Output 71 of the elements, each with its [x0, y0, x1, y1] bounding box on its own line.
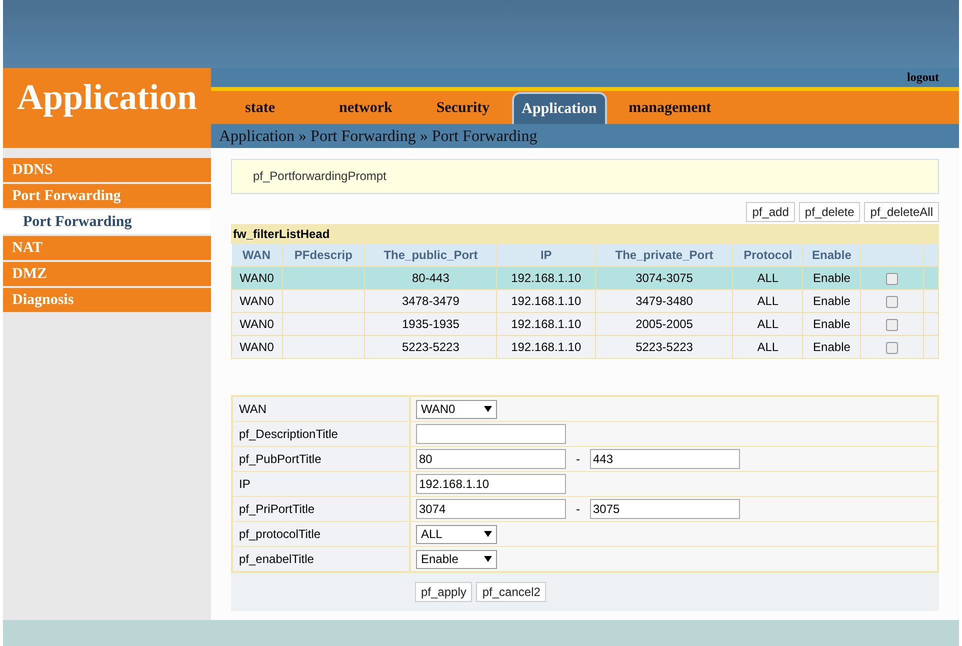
table-cell: WAN0 [232, 266, 282, 290]
input-field[interactable] [416, 424, 566, 444]
table-cell: WAN0 [232, 336, 282, 358]
table-cell: ALL [732, 290, 803, 312]
caret-icon [484, 531, 492, 537]
dropdown[interactable]: Enable [416, 550, 497, 568]
dropdown[interactable]: ALL [416, 524, 497, 544]
range-separator: - [575, 502, 581, 516]
table-cell: ALL [732, 266, 803, 290]
caret-icon [484, 406, 492, 412]
table-cell: 192.168.1.10 [496, 336, 596, 358]
input-field[interactable]: 3074 [416, 499, 566, 519]
table-cell: 3074-3075 [596, 266, 733, 290]
field-label: pf_protocolTitle [233, 522, 411, 546]
table-cell: Enable [802, 290, 860, 312]
field-label: pf_PriPortTitle [233, 497, 411, 521]
table-cell: Enable [802, 336, 860, 358]
row-checkbox[interactable] [886, 296, 898, 308]
action-button[interactable]: pf_deleteAll [864, 202, 939, 222]
table-cell: 5223-5223 [596, 336, 733, 358]
table-cell: 3479-3480 [596, 290, 733, 312]
field-label: pf_DescriptionTitle [233, 422, 411, 446]
nav-tab[interactable]: management [606, 100, 734, 124]
table-cell: ALL [732, 336, 803, 358]
column-header: IP [496, 244, 596, 266]
caret-icon [484, 556, 492, 562]
table-cell: 2005-2005 [596, 312, 733, 336]
form-button[interactable]: pf_cancel2 [476, 582, 546, 602]
column-header: The_private_Port [596, 244, 733, 266]
column-header: Protocol [732, 244, 803, 266]
table-cell: WAN0 [232, 312, 282, 336]
nav-tab[interactable]: Security [414, 100, 512, 124]
column-header: WAN [232, 244, 282, 266]
table-cell: 192.168.1.10 [496, 312, 596, 336]
column-header: PFdescrip [282, 244, 365, 266]
row-checkbox[interactable] [886, 342, 898, 354]
action-button[interactable]: pf_add [746, 202, 795, 222]
nav-tab[interactable]: Application [512, 92, 607, 124]
table-cell: Enable [802, 312, 860, 336]
prompt-box: pf_PortforwardingPrompt [231, 159, 939, 194]
action-button[interactable]: pf_delete [798, 202, 860, 222]
field-label: IP [233, 472, 411, 496]
field-label: pf_enabelTitle [233, 547, 411, 571]
dropdown[interactable]: WAN0 [416, 400, 497, 418]
table-cell: Enable [802, 266, 860, 290]
input-field[interactable]: 192.168.1.10 [416, 474, 566, 494]
table-cell: 192.168.1.10 [496, 266, 596, 290]
row-checkbox[interactable] [886, 318, 898, 331]
input-field[interactable]: 3075 [590, 499, 740, 519]
table-cell: 192.168.1.10 [496, 290, 596, 312]
column-header: The_public_Port [364, 244, 497, 266]
column-header: Enable [802, 244, 860, 266]
nav-tab[interactable]: network [317, 100, 414, 124]
table-cell: 80-443 [364, 266, 497, 290]
table-cell: 3478-3479 [364, 290, 497, 312]
table-cell: WAN0 [232, 290, 282, 312]
page-title: Application [3, 68, 211, 148]
logout-link[interactable]: logout [906, 70, 939, 85]
field-label: pf_PubPortTitle [233, 447, 411, 471]
row-checkbox[interactable] [886, 272, 898, 285]
table-cell: 5223-5223 [364, 336, 497, 358]
input-field[interactable]: 80 [416, 449, 566, 469]
nav-tab[interactable]: state [223, 100, 317, 124]
input-field[interactable]: 443 [590, 449, 740, 469]
table-title: fw_filterListHead [231, 224, 939, 244]
range-separator: - [575, 452, 581, 466]
field-label: WAN [233, 397, 411, 421]
sidebar-subitem[interactable]: Port Forwarding [3, 210, 211, 234]
form-button[interactable]: pf_apply [415, 582, 472, 602]
table-cell: ALL [732, 312, 803, 336]
table-cell: 1935-1935 [364, 312, 497, 336]
